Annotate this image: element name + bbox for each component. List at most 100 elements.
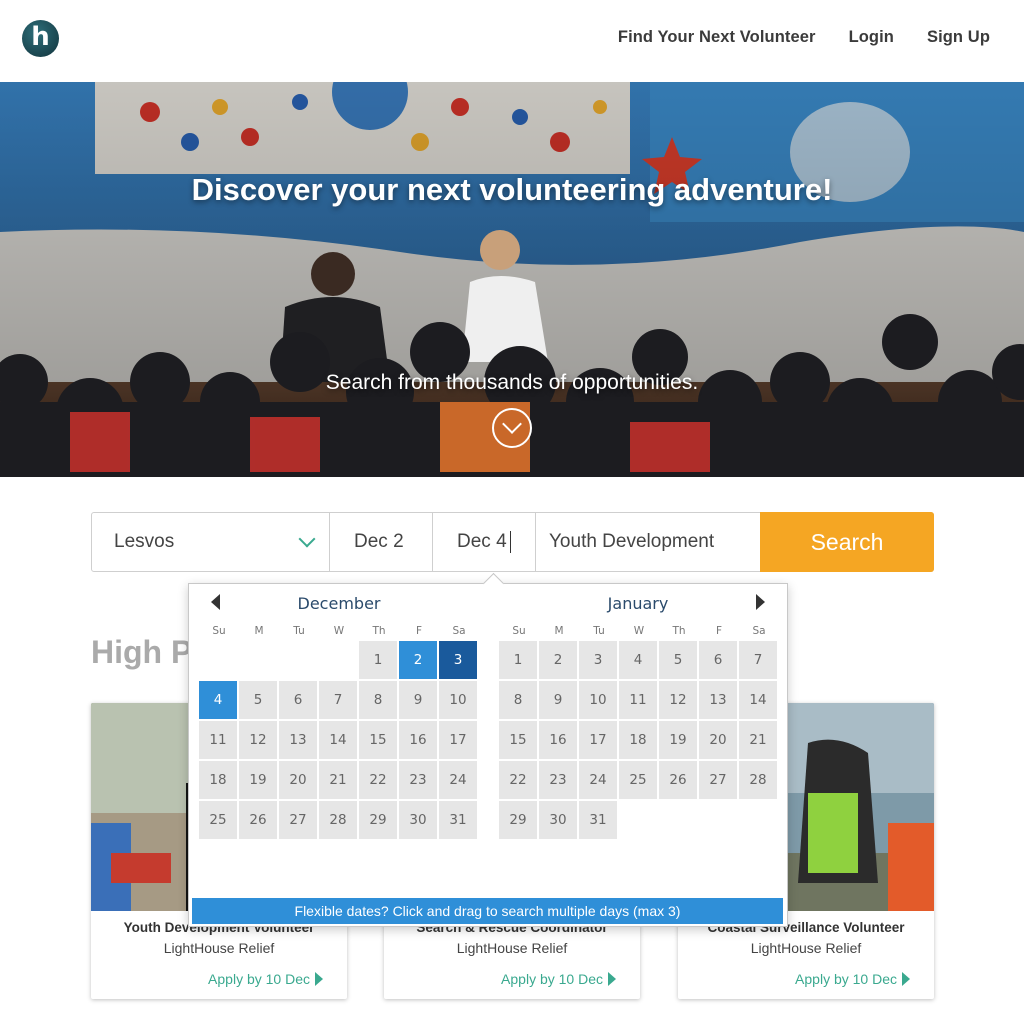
calendar-day-january-26[interactable]: 26	[659, 761, 697, 799]
calendar-day-january-27[interactable]: 27	[699, 761, 737, 799]
card-organization: LightHouse Relief	[163, 940, 275, 956]
calendar-day-december-29[interactable]: 29	[359, 801, 397, 839]
calendar-day-january-9[interactable]: 9	[539, 681, 577, 719]
calendar-day-january-19[interactable]: 19	[659, 721, 697, 759]
section-title: High P	[91, 634, 193, 670]
calendar-day-december-22[interactable]: 22	[359, 761, 397, 799]
flexible-dates-hint: Flexible dates? Click and drag to search…	[192, 898, 783, 924]
calendar-day-january-30[interactable]: 30	[539, 801, 577, 839]
weekday-label: M	[554, 625, 564, 637]
calendar-day-december-26[interactable]: 26	[239, 801, 277, 839]
weekday-label: Th	[372, 625, 386, 637]
calendar-day-january-21[interactable]: 21	[739, 721, 777, 759]
site-header: h Find Your Next Volunteer Login Sign Up	[0, 0, 1024, 82]
calendar-day-january-14[interactable]: 14	[739, 681, 777, 719]
search-bar: Lesvos Dec 2 Dec 4 Youth Development Sea…	[91, 512, 934, 572]
calendar-day-december-18[interactable]: 18	[199, 761, 237, 799]
category-field[interactable]: Youth Development	[536, 513, 760, 571]
calendar-day-january-11[interactable]: 11	[619, 681, 657, 719]
calendar-day-december-2[interactable]: 2	[399, 641, 437, 679]
calendar-day-december-15[interactable]: 15	[359, 721, 397, 759]
calendar-day-january-28[interactable]: 28	[739, 761, 777, 799]
nav-sign-up[interactable]: Sign Up	[927, 28, 990, 47]
hero-subtitle: Search from thousands of opportunities.	[325, 371, 699, 394]
calendar-day-december-31[interactable]: 31	[439, 801, 477, 839]
calendar-day-january-16[interactable]: 16	[539, 721, 577, 759]
weekday-label: W	[333, 625, 345, 637]
calendar-day-january-29[interactable]: 29	[499, 801, 537, 839]
location-value: Lesvos	[114, 531, 175, 552]
calendar-day-december-8[interactable]: 8	[359, 681, 397, 719]
apply-link[interactable]: Apply by 10 Dec	[501, 971, 616, 987]
calendar-day-december-7[interactable]: 7	[319, 681, 357, 719]
calendar-day-january-15[interactable]: 15	[499, 721, 537, 759]
calendar-day-january-5[interactable]: 5	[659, 641, 697, 679]
weekday-label: Th	[672, 625, 686, 637]
calendar-day-december-9[interactable]: 9	[399, 681, 437, 719]
calendar-day-december-11[interactable]: 11	[199, 721, 237, 759]
text-cursor	[509, 531, 511, 553]
weekday-label: F	[715, 625, 723, 637]
nav-find-volunteer[interactable]: Find Your Next Volunteer	[618, 28, 816, 47]
calendar-day-january-25[interactable]: 25	[619, 761, 657, 799]
calendar-day-december-27[interactable]: 27	[279, 801, 317, 839]
calendar-day-january-2[interactable]: 2	[539, 641, 577, 679]
nav-login[interactable]: Login	[849, 28, 894, 47]
weekday-label: Sa	[752, 625, 766, 637]
calendar-day-january-3[interactable]: 3	[579, 641, 617, 679]
location-select[interactable]: Lesvos	[92, 513, 330, 571]
calendar-day-december-6[interactable]: 6	[279, 681, 317, 719]
calendar-day-december-24[interactable]: 24	[439, 761, 477, 799]
calendar-day-january-31[interactable]: 31	[579, 801, 617, 839]
calendar-day-january-23[interactable]: 23	[539, 761, 577, 799]
card-organization: LightHouse Relief	[750, 940, 862, 956]
apply-link[interactable]: Apply by 10 Dec	[795, 971, 910, 987]
play-arrow-icon	[902, 972, 910, 986]
calendar-day-january-20[interactable]: 20	[699, 721, 737, 759]
apply-link[interactable]: Apply by 10 Dec	[208, 971, 323, 987]
calendar-day-december-25[interactable]: 25	[199, 801, 237, 839]
calendar-day-december-3[interactable]: 3	[439, 641, 477, 679]
weekday-label: Su	[512, 625, 526, 637]
weekday-label: W	[633, 625, 645, 637]
calendar-day-december-13[interactable]: 13	[279, 721, 317, 759]
calendar-day-december-21[interactable]: 21	[319, 761, 357, 799]
logo-letter: h	[31, 22, 50, 52]
end-date-value: Dec 4	[457, 531, 507, 552]
weekday-label: Sa	[452, 625, 466, 637]
start-date-field[interactable]: Dec 2	[330, 513, 433, 571]
calendar-day-january-17[interactable]: 17	[579, 721, 617, 759]
next-month-icon[interactable]	[756, 594, 765, 610]
scroll-down-icon[interactable]	[492, 408, 532, 448]
calendar-day-january-24[interactable]: 24	[579, 761, 617, 799]
calendar-day-december-28[interactable]: 28	[319, 801, 357, 839]
calendar-day-january-12[interactable]: 12	[659, 681, 697, 719]
calendar-day-december-4[interactable]: 4	[199, 681, 237, 719]
category-value: Youth Development	[549, 531, 715, 552]
calendar-day-january-4[interactable]: 4	[619, 641, 657, 679]
calendar-day-december-17[interactable]: 17	[439, 721, 477, 759]
calendar-day-january-7[interactable]: 7	[739, 641, 777, 679]
calendar-day-january-1[interactable]: 1	[499, 641, 537, 679]
search-button[interactable]: Search	[760, 512, 934, 572]
calendar-day-january-13[interactable]: 13	[699, 681, 737, 719]
end-date-field[interactable]: Dec 4	[433, 513, 536, 571]
calendar-day-january-8[interactable]: 8	[499, 681, 537, 719]
calendar-day-january-18[interactable]: 18	[619, 721, 657, 759]
calendar-day-december-1[interactable]: 1	[359, 641, 397, 679]
calendar-day-january-6[interactable]: 6	[699, 641, 737, 679]
logo[interactable]: h	[22, 20, 59, 57]
calendar-day-december-10[interactable]: 10	[439, 681, 477, 719]
calendar-day-december-20[interactable]: 20	[279, 761, 317, 799]
calendar-day-january-22[interactable]: 22	[499, 761, 537, 799]
calendar-day-december-5[interactable]: 5	[239, 681, 277, 719]
calendar-day-december-16[interactable]: 16	[399, 721, 437, 759]
calendar-day-december-19[interactable]: 19	[239, 761, 277, 799]
hero-banner: Discover your next volunteering adventur…	[0, 82, 1024, 477]
calendar-day-january-10[interactable]: 10	[579, 681, 617, 719]
apply-label: Apply by 10 Dec	[208, 971, 310, 987]
calendar-day-december-14[interactable]: 14	[319, 721, 357, 759]
calendar-day-december-12[interactable]: 12	[239, 721, 277, 759]
calendar-day-december-23[interactable]: 23	[399, 761, 437, 799]
calendar-day-december-30[interactable]: 30	[399, 801, 437, 839]
